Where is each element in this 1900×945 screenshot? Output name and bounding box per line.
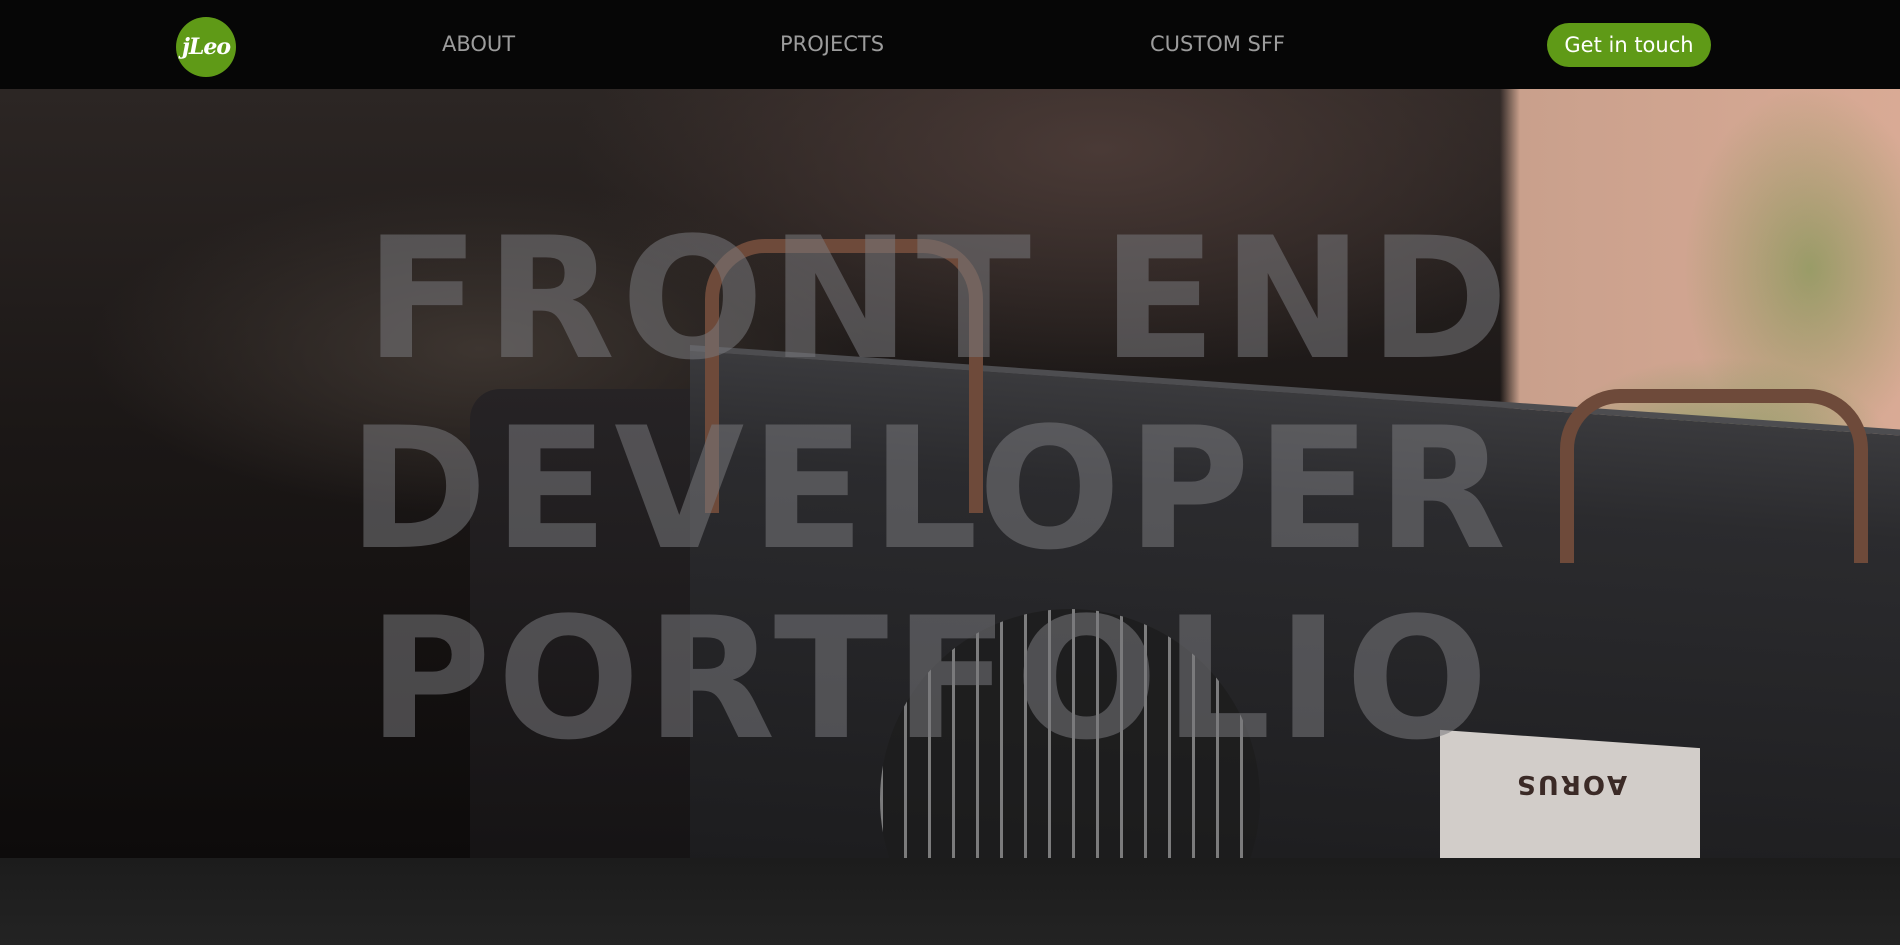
nav-link-projects[interactable]: PROJECTS <box>780 31 884 57</box>
top-navbar: jLeo ABOUT PROJECTS CUSTOM SFF Get in to… <box>0 0 1900 89</box>
next-section-band <box>0 858 1900 945</box>
hero-title-line-1: FRONT END <box>365 201 1515 397</box>
hero-title-line-2: DEVELOPER <box>348 391 1513 587</box>
case-handle-right <box>1560 389 1868 563</box>
get-in-touch-button[interactable]: Get in touch <box>1547 23 1711 67</box>
site-logo[interactable]: jLeo <box>176 17 236 77</box>
nav-link-about[interactable]: ABOUT <box>442 31 515 57</box>
nav-link-custom-sff[interactable]: CUSTOM SFF <box>1150 31 1285 57</box>
gpu-brand-text: AORUS <box>1515 769 1628 799</box>
hero-title-line-3: PORTFOLIO <box>368 581 1495 777</box>
hero-section: AORUS FRONT END DEVELOPER PORTFOLIO <box>0 89 1900 858</box>
